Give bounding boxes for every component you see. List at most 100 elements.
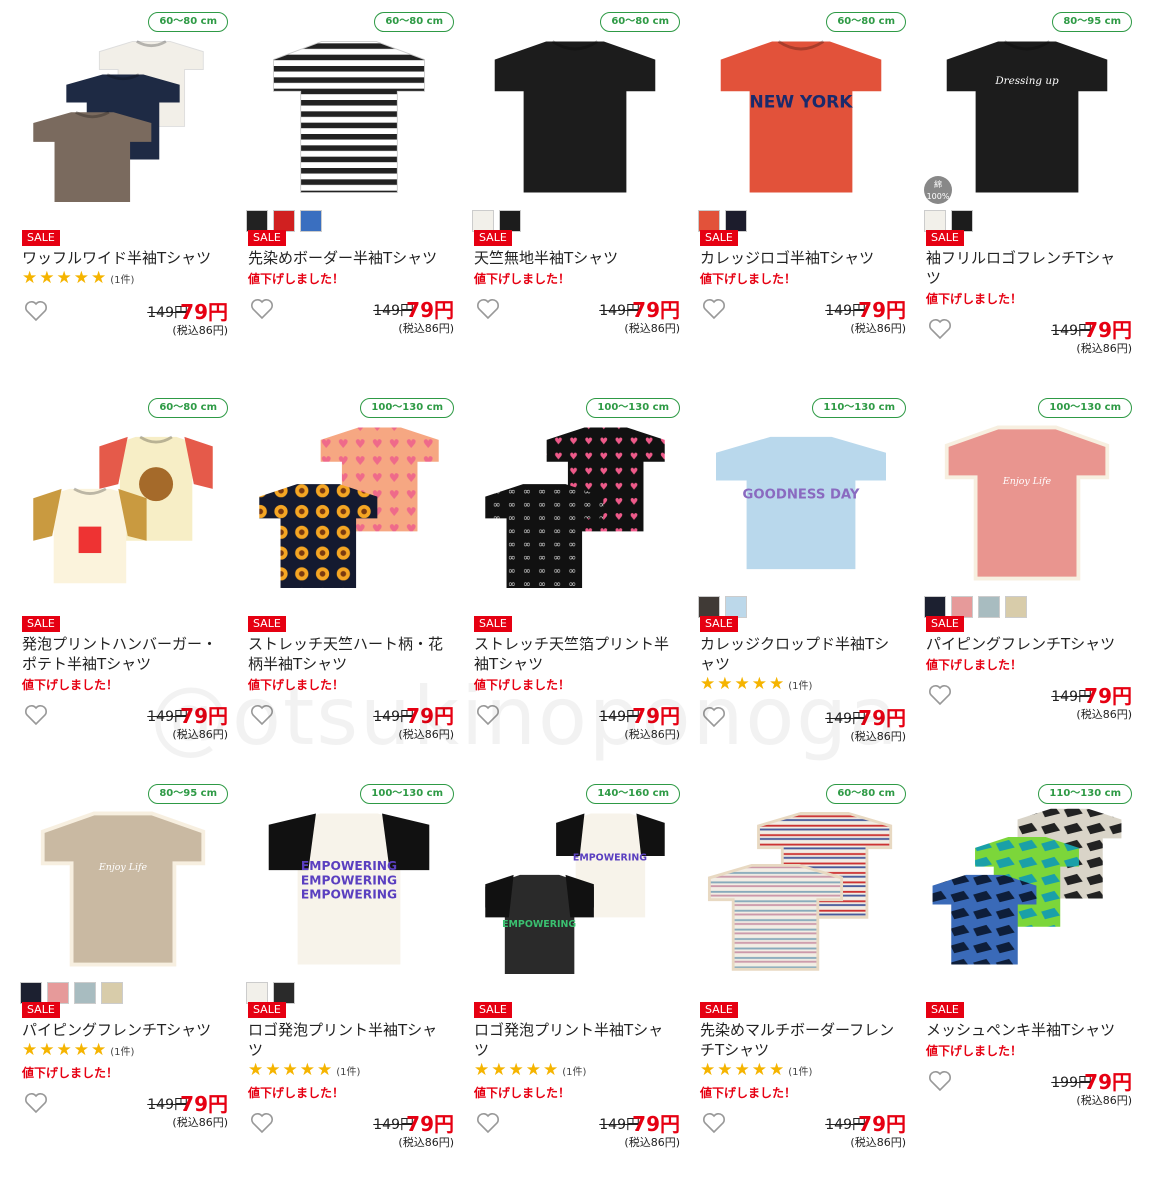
heart-icon[interactable] [24, 1092, 48, 1114]
color-swatch[interactable] [300, 210, 322, 232]
product-title[interactable]: 袖フリルロゴフレンチTシャツ [926, 248, 1126, 288]
product-image[interactable]: 60〜80 cm [14, 10, 232, 228]
color-swatch[interactable] [472, 210, 494, 232]
product-card[interactable]: 60〜80 cm SALE ワッフルワイド半袖Tシャツ ★ ★ ★ ★ ★ (1件) 14… [14, 10, 232, 396]
product-card[interactable]: 100〜130 cm EMPOWERING EMPOWERING EMPOWERIN… [240, 782, 458, 1168]
product-title[interactable]: ストレッチ天竺ハート柄・花柄半袖Tシャツ [248, 634, 448, 674]
color-swatch[interactable] [20, 982, 42, 1004]
product-image[interactable]: 100〜130 cm ♥ ∞ [466, 396, 684, 614]
color-swatch[interactable] [101, 982, 123, 1004]
svg-text:Enjoy Life: Enjoy Life [1002, 476, 1052, 487]
product-card[interactable]: 110〜130 cm GOODNESS DAY SALE カレッジクロップド半袖Tシ… [692, 396, 910, 782]
heart-icon[interactable] [476, 298, 500, 320]
product-title[interactable]: カレッジクロップド半袖Tシャツ [700, 634, 900, 674]
product-image[interactable]: 60〜80 cm NEW YORK [692, 10, 910, 232]
product-image[interactable]: 140〜160 cm EMPOWERING EMPOWERING [466, 782, 684, 1000]
color-swatch[interactable] [246, 982, 268, 1004]
heart-icon[interactable] [24, 704, 48, 726]
product-title[interactable]: メッシュペンキ半袖Tシャツ [926, 1020, 1126, 1040]
review-count[interactable]: (1件) [110, 271, 134, 286]
product-title[interactable]: カレッジロゴ半袖Tシャツ [700, 248, 900, 268]
color-swatch[interactable] [951, 596, 973, 618]
product-card[interactable]: 140〜160 cm EMPOWERING EMPOWERING SALE ロゴ発泡プ… [466, 782, 684, 1168]
color-swatches [246, 982, 295, 1004]
product-image[interactable]: 60〜80 cm [14, 396, 232, 614]
product-card[interactable]: 60〜80 cm SALE 先染めボーダー半袖Tシャツ 値下げしました！ 149円 7… [240, 10, 458, 396]
color-swatch[interactable] [698, 210, 720, 232]
color-swatch[interactable] [1005, 596, 1027, 618]
product-card[interactable]: 100〜130 cm ♥ SALE ストレッチ天竺ハート柄・花柄半袖Tシャツ値下げ… [240, 396, 458, 782]
color-swatch[interactable] [951, 210, 973, 232]
heart-icon[interactable] [476, 704, 500, 726]
product-title[interactable]: ワッフルワイド半袖Tシャツ [22, 248, 222, 268]
review-count[interactable]: (1件) [336, 1063, 360, 1078]
sale-badge: SALE [474, 1002, 512, 1018]
heart-icon[interactable] [250, 298, 274, 320]
product-image[interactable]: 60〜80 cm [240, 10, 458, 232]
color-swatch[interactable] [47, 982, 69, 1004]
product-title[interactable]: 発泡プリントハンバーガー・ポテト半袖Tシャツ [22, 634, 222, 674]
product-title[interactable]: パイピングフレンチTシャツ [926, 634, 1126, 654]
heart-icon[interactable] [928, 684, 952, 706]
rating: ★ ★ ★ ★ ★ (1件) [474, 1062, 586, 1079]
color-swatch[interactable] [246, 210, 268, 232]
product-card[interactable]: 80〜95 cm Dressing up 綿100% SALE 袖フリルロゴフレンチT… [918, 10, 1136, 396]
color-swatch[interactable] [924, 210, 946, 232]
review-count[interactable]: (1件) [788, 677, 812, 692]
product-image[interactable]: 60〜80 cm [692, 782, 910, 1000]
product-card[interactable]: 100〜130 cm Enjoy Life SALE パイピングフレンチTシャツ 値下… [918, 396, 1136, 782]
product-image[interactable]: 110〜130 cm [918, 782, 1136, 1000]
product-title[interactable]: パイピングフレンチTシャツ [22, 1020, 222, 1040]
color-swatch[interactable] [273, 982, 295, 1004]
star-icon: ★ [734, 674, 750, 694]
color-swatch[interactable] [499, 210, 521, 232]
price-down-label: 値下げしました！ [248, 272, 345, 286]
sale-badge: SALE [474, 616, 512, 632]
svg-text:NEW YORK: NEW YORK [750, 93, 854, 113]
color-swatch[interactable] [978, 596, 1000, 618]
color-swatch[interactable] [725, 596, 747, 618]
product-title[interactable]: ロゴ発泡プリント半袖Tシャツ [474, 1020, 674, 1060]
product-image[interactable]: 110〜130 cm GOODNESS DAY [692, 396, 910, 618]
product-image[interactable]: 100〜130 cm EMPOWERING EMPOWERING EMPOWERIN… [240, 782, 458, 1004]
product-image[interactable]: 80〜95 cm Dressing up 綿100% [918, 10, 1136, 232]
star-icon: ★ [508, 1060, 524, 1080]
heart-icon[interactable] [24, 300, 48, 322]
color-swatch[interactable] [924, 596, 946, 618]
star-icon: ★ [769, 674, 785, 694]
product-card[interactable]: 80〜95 cm Enjoy Life SALE パイピングフレンチTシャツ ★ ★ ★… [14, 782, 232, 1168]
product-card[interactable]: 110〜130 cm SALE メッシュペンキ半袖Tシャツ 値下げしました！ 199… [918, 782, 1136, 1168]
heart-icon[interactable] [928, 318, 952, 340]
product-card[interactable]: 100〜130 cm ♥ ∞ SALE ストレッチ天竺箔プリント半袖Tシャツ値下げし… [466, 396, 684, 782]
heart-icon[interactable] [250, 1112, 274, 1134]
product-image[interactable]: 80〜95 cm Enjoy Life [14, 782, 232, 1004]
heart-icon[interactable] [928, 1070, 952, 1092]
product-title[interactable]: 先染めマルチボーダーフレンチTシャツ [700, 1020, 900, 1060]
product-title[interactable]: ロゴ発泡プリント半袖Tシャツ [248, 1020, 448, 1060]
product-image[interactable]: 100〜130 cm Enjoy Life [918, 396, 1136, 618]
color-swatch[interactable] [74, 982, 96, 1004]
star-icon: ★ [265, 1060, 281, 1080]
heart-icon[interactable] [250, 704, 274, 726]
review-count[interactable]: (1件) [110, 1043, 134, 1058]
product-image[interactable]: 100〜130 cm ♥ [240, 396, 458, 614]
heart-icon[interactable] [702, 1112, 726, 1134]
product-card[interactable]: 60〜80 cm SALE 天竺無地半袖Tシャツ 値下げしました！ 149円 79円(… [466, 10, 684, 396]
color-swatch[interactable] [698, 596, 720, 618]
product-title[interactable]: 先染めボーダー半袖Tシャツ [248, 248, 448, 268]
heart-icon[interactable] [476, 1112, 500, 1134]
color-swatch[interactable] [725, 210, 747, 232]
product-title[interactable]: ストレッチ天竺箔プリント半袖Tシャツ [474, 634, 674, 674]
product-image[interactable]: 60〜80 cm [466, 10, 684, 232]
product-card[interactable]: 60〜80 cm SALE 発泡プリントハンバーガー・ポテト半袖Tシャツ 値下げしま… [14, 396, 232, 782]
heart-icon[interactable] [702, 298, 726, 320]
product-card[interactable]: 60〜80 cm NEW YORK SALE カレッジロゴ半袖Tシャツ 値下げしました… [692, 10, 910, 396]
product-card[interactable]: 60〜80 cm SALE 先染めマルチボーダーフレンチTシャツ ★ ★ ★ ★ ★ (1… [692, 782, 910, 1168]
svg-text:Enjoy Life: Enjoy Life [98, 862, 148, 873]
size-badge: 60〜80 cm [600, 12, 680, 32]
review-count[interactable]: (1件) [562, 1063, 586, 1078]
review-count[interactable]: (1件) [788, 1063, 812, 1078]
color-swatch[interactable] [273, 210, 295, 232]
product-title[interactable]: 天竺無地半袖Tシャツ [474, 248, 674, 268]
heart-icon[interactable] [702, 706, 726, 728]
